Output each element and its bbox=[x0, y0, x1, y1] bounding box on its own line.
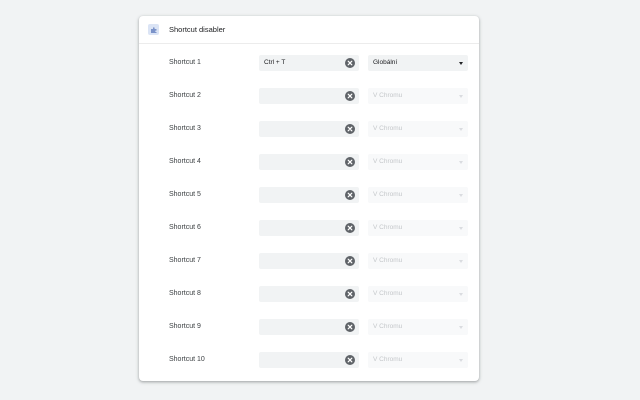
shortcut-label: Shortcut 2 bbox=[169, 92, 201, 99]
scope-value: V Chromu bbox=[373, 323, 403, 330]
shortcut-row: Shortcut 3 V Chromu bbox=[139, 121, 479, 137]
shortcut-row: Shortcut 8 V Chromu bbox=[139, 286, 479, 302]
shortcut-label: Shortcut 4 bbox=[169, 158, 201, 165]
shortcut-input[interactable] bbox=[259, 187, 359, 203]
shortcut-value: Ctrl + T bbox=[264, 59, 286, 66]
shortcut-input[interactable] bbox=[259, 286, 359, 302]
card-header: Shortcut disabler bbox=[139, 16, 479, 44]
shortcut-row: Shortcut 10 V Chromu bbox=[139, 352, 479, 368]
shortcut-input[interactable] bbox=[259, 253, 359, 269]
chevron-down-icon bbox=[459, 359, 463, 362]
shortcut-input[interactable] bbox=[259, 220, 359, 236]
chevron-down-icon bbox=[459, 194, 463, 197]
shortcut-label: Shortcut 10 bbox=[169, 356, 205, 363]
clear-icon[interactable] bbox=[345, 289, 355, 299]
scope-select[interactable]: V Chromu bbox=[368, 286, 468, 302]
clear-icon[interactable] bbox=[345, 355, 355, 365]
chevron-down-icon bbox=[459, 227, 463, 230]
scope-select[interactable]: V Chromu bbox=[368, 88, 468, 104]
clear-icon[interactable] bbox=[345, 124, 355, 134]
shortcut-input[interactable] bbox=[259, 319, 359, 335]
shortcut-row: Shortcut 7 V Chromu bbox=[139, 253, 479, 269]
shortcut-label: Shortcut 3 bbox=[169, 125, 201, 132]
scope-value: Globální bbox=[373, 59, 398, 66]
shortcut-label: Shortcut 8 bbox=[169, 290, 201, 297]
options-card: Shortcut disabler Shortcut 1 Ctrl + T Glob… bbox=[139, 16, 479, 381]
shortcut-input[interactable] bbox=[259, 154, 359, 170]
scope-select[interactable]: V Chromu bbox=[368, 319, 468, 335]
shortcut-row: Shortcut 4 V Chromu bbox=[139, 154, 479, 170]
clear-icon[interactable] bbox=[345, 256, 355, 266]
shortcut-label: Shortcut 6 bbox=[169, 224, 201, 231]
scope-select[interactable]: Globální bbox=[368, 55, 468, 71]
scope-value: V Chromu bbox=[373, 92, 403, 99]
scope-value: V Chromu bbox=[373, 158, 403, 165]
scope-value: V Chromu bbox=[373, 290, 403, 297]
scope-select[interactable]: V Chromu bbox=[368, 220, 468, 236]
shortcut-row: Shortcut 2 V Chromu bbox=[139, 88, 479, 104]
chevron-down-icon bbox=[459, 161, 463, 164]
scope-select[interactable]: V Chromu bbox=[368, 121, 468, 137]
scope-value: V Chromu bbox=[373, 356, 403, 363]
shortcut-label: Shortcut 7 bbox=[169, 257, 201, 264]
shortcut-input[interactable]: Ctrl + T bbox=[259, 55, 359, 71]
scope-select[interactable]: V Chromu bbox=[368, 253, 468, 269]
shortcut-row: Shortcut 9 V Chromu bbox=[139, 319, 479, 335]
clear-icon[interactable] bbox=[345, 190, 355, 200]
shortcut-input[interactable] bbox=[259, 352, 359, 368]
shortcut-label: Shortcut 9 bbox=[169, 323, 201, 330]
chevron-down-icon bbox=[459, 293, 463, 296]
shortcut-row: Shortcut 6 V Chromu bbox=[139, 220, 479, 236]
shortcut-input[interactable] bbox=[259, 121, 359, 137]
scope-select[interactable]: V Chromu bbox=[368, 154, 468, 170]
scope-value: V Chromu bbox=[373, 257, 403, 264]
clear-icon[interactable] bbox=[345, 58, 355, 68]
scope-value: V Chromu bbox=[373, 125, 403, 132]
chevron-down-icon bbox=[459, 62, 463, 65]
chevron-down-icon bbox=[459, 260, 463, 263]
chevron-down-icon bbox=[459, 95, 463, 98]
scope-select[interactable]: V Chromu bbox=[368, 187, 468, 203]
clear-icon[interactable] bbox=[345, 223, 355, 233]
clear-icon[interactable] bbox=[345, 322, 355, 332]
shortcut-row: Shortcut 1 Ctrl + T Globální bbox=[139, 55, 479, 71]
scope-select[interactable]: V Chromu bbox=[368, 352, 468, 368]
shortcut-row: Shortcut 5 V Chromu bbox=[139, 187, 479, 203]
chevron-down-icon bbox=[459, 128, 463, 131]
clear-icon[interactable] bbox=[345, 91, 355, 101]
page-title: Shortcut disabler bbox=[169, 25, 226, 34]
shortcut-label: Shortcut 1 bbox=[169, 59, 201, 66]
chevron-down-icon bbox=[459, 326, 463, 329]
puzzle-icon bbox=[148, 24, 159, 35]
shortcut-label: Shortcut 5 bbox=[169, 191, 201, 198]
scope-value: V Chromu bbox=[373, 224, 403, 231]
clear-icon[interactable] bbox=[345, 157, 355, 167]
scope-value: V Chromu bbox=[373, 191, 403, 198]
shortcut-input[interactable] bbox=[259, 88, 359, 104]
